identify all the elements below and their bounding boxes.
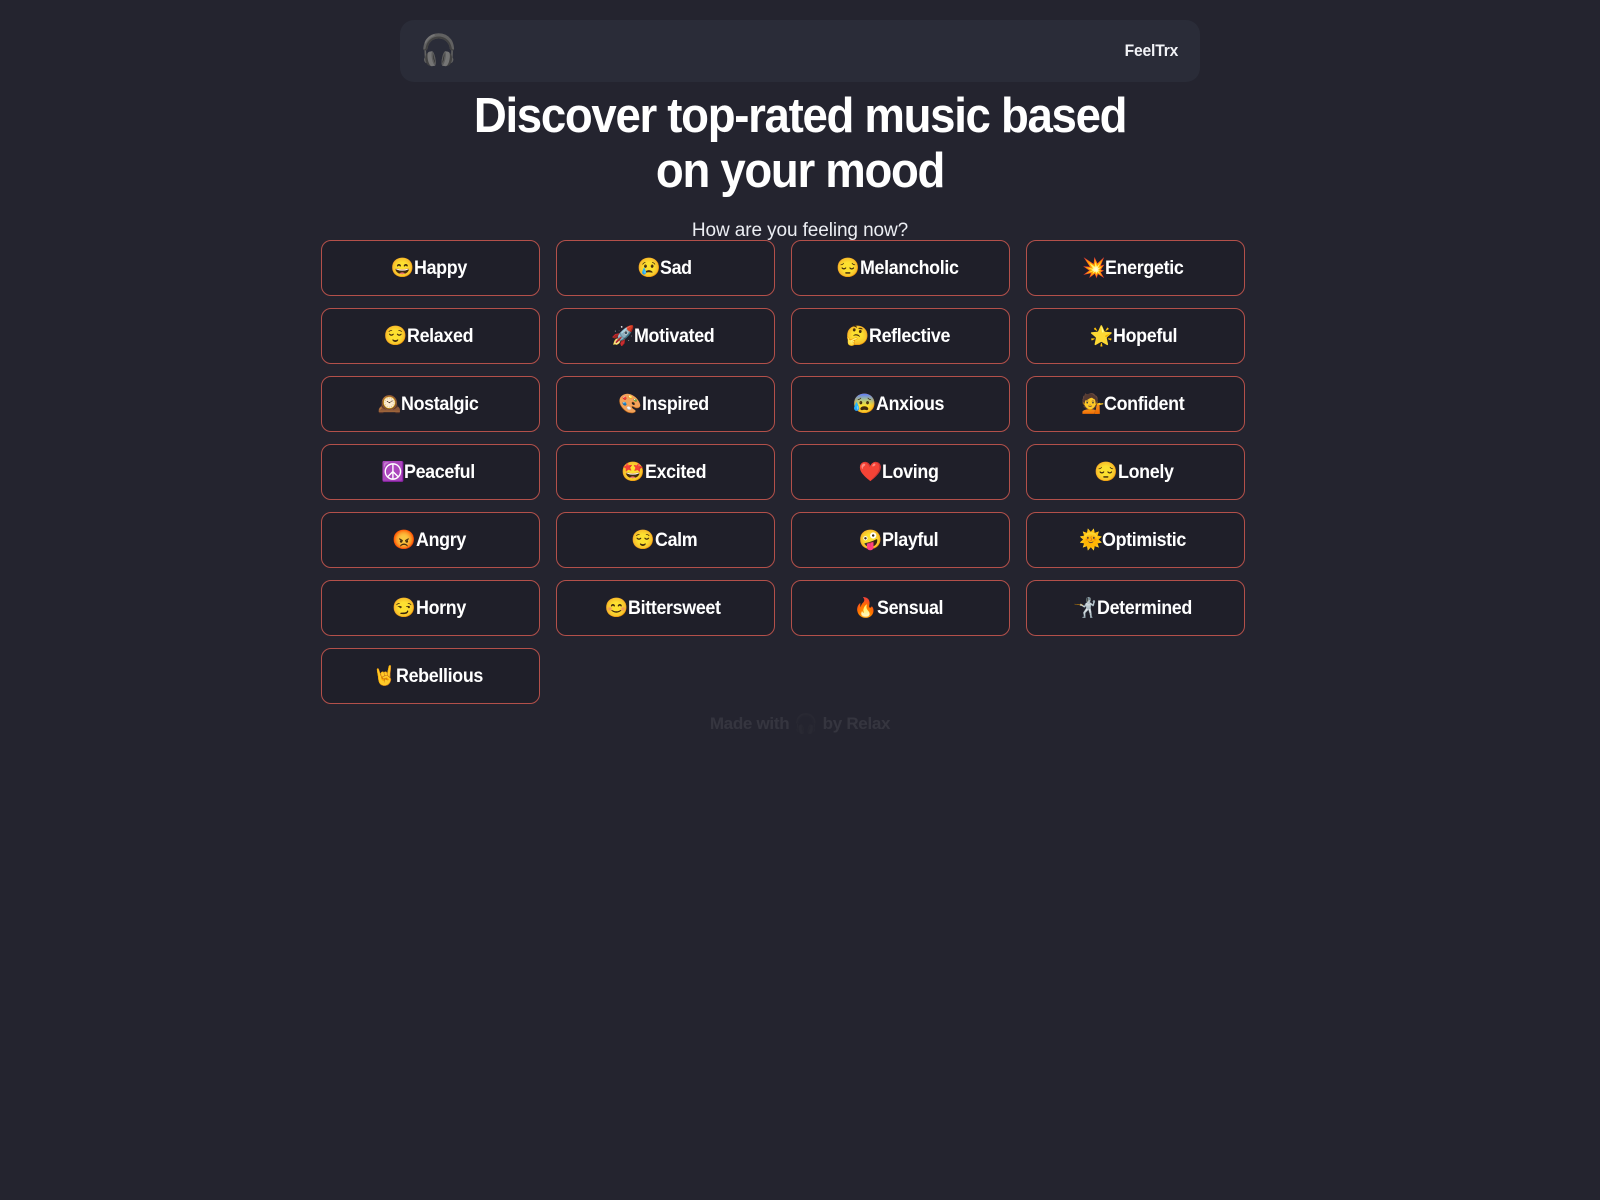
app-header: 🎧 FeelTrx — [400, 20, 1200, 82]
mood-button-label: Horny — [415, 597, 466, 619]
zany-face-icon: 🤪 — [858, 529, 883, 551]
collision-icon: 💥 — [1082, 257, 1106, 279]
hero-section: Discover top-rated music based on your m… — [0, 92, 1600, 242]
mood-button-nostalgic[interactable]: 🕰️ Nostalgic — [321, 376, 540, 432]
smirking-face-icon: 😏 — [392, 597, 416, 619]
mood-button-sad[interactable]: 😢 Sad — [556, 240, 775, 296]
mantelpiece-clock-icon: 🕰️ — [377, 393, 402, 415]
mood-button-happy[interactable]: 😄 Happy — [321, 240, 540, 296]
mood-button-label: Bittersweet — [627, 597, 721, 619]
mood-button-label: Confident — [1104, 393, 1185, 415]
mood-button-label: Determined — [1096, 597, 1192, 619]
fire-icon: 🔥 — [853, 597, 878, 619]
brand-name: FeelTrx — [1124, 41, 1179, 60]
thinking-face-icon: 🤔 — [845, 325, 870, 347]
mood-button-label: Nostalgic — [400, 393, 479, 415]
footer-headphones-icon: 🎧 — [794, 714, 818, 735]
pensive-face-icon: 😔 — [1094, 461, 1118, 483]
mood-button-horny[interactable]: 😏 Horny — [321, 580, 540, 636]
mood-button-optimistic[interactable]: 🌞 Optimistic — [1026, 512, 1245, 568]
mood-button-anxious[interactable]: 😰 Anxious — [791, 376, 1010, 432]
mood-button-label: Anxious — [875, 393, 945, 415]
mood-button-hopeful[interactable]: 🌟 Hopeful — [1026, 308, 1245, 364]
footer-prefix: Made with — [709, 714, 790, 733]
mood-button-label: Loving — [882, 461, 939, 483]
mood-button-calm[interactable]: 😌 Calm — [556, 512, 775, 568]
mood-button-sensual[interactable]: 🔥 Sensual — [791, 580, 1010, 636]
mood-button-label: Excited — [644, 461, 707, 483]
peace-symbol-icon: ☮️ — [381, 461, 405, 483]
mood-button-determined[interactable]: 🤺 Determined — [1026, 580, 1245, 636]
person-tipping-hand-icon: 💁 — [1081, 393, 1105, 415]
mood-button-label: Inspired — [641, 393, 709, 415]
star-struck-icon: 🤩 — [621, 461, 645, 483]
fencer-icon: 🤺 — [1073, 597, 1097, 619]
mood-button-label: Calm — [654, 529, 698, 551]
mood-button-label: Sensual — [876, 597, 944, 619]
page-title-line-1: Discover top-rated music based — [473, 89, 1128, 143]
mood-button-energetic[interactable]: 💥 Energetic — [1026, 240, 1245, 296]
mood-button-confident[interactable]: 💁 Confident — [1026, 376, 1245, 432]
sign-of-the-horns-icon: 🤘 — [372, 665, 397, 687]
mood-button-label: Motivated — [634, 325, 715, 347]
mood-button-label: Lonely — [1117, 461, 1174, 483]
mood-button-motivated[interactable]: 🚀 Motivated — [556, 308, 775, 364]
grinning-smiling-eyes-icon: 😄 — [390, 257, 415, 279]
mood-button-label: Melancholic — [859, 257, 959, 279]
mood-button-loving[interactable]: ❤️ Loving — [791, 444, 1010, 500]
page-title-line-2: on your mood — [655, 144, 945, 198]
mood-button-peaceful[interactable]: ☮️ Peaceful — [321, 444, 540, 500]
mood-button-label: Angry — [415, 529, 466, 551]
mood-button-label: Energetic — [1105, 257, 1184, 279]
crying-face-icon: 😢 — [636, 257, 661, 279]
mood-button-label: Peaceful — [404, 461, 476, 483]
mood-grid: 😄 Happy 😢 Sad 😔 Melancholic 💥 Energetic 😌 Relaxed… — [321, 240, 1247, 704]
mood-button-melancholic[interactable]: 😔 Melancholic — [791, 240, 1010, 296]
mood-button-label: Relaxed — [406, 325, 474, 347]
mood-button-excited[interactable]: 🤩 Excited — [556, 444, 775, 500]
hero-subtitle: How are you feeling now? — [691, 220, 909, 241]
rocket-icon: 🚀 — [611, 325, 635, 347]
mood-button-rebellious[interactable]: 🤘 Rebellious — [321, 648, 540, 704]
sun-with-face-icon: 🌞 — [1079, 529, 1103, 551]
mood-button-bittersweet[interactable]: 😊 Bittersweet — [556, 580, 775, 636]
footer-suffix: by Relax — [822, 714, 891, 733]
mood-button-lonely[interactable]: 😔 Lonely — [1026, 444, 1245, 500]
mood-button-label: Happy — [413, 257, 467, 279]
mood-button-label: Sad — [660, 257, 693, 279]
red-heart-icon: ❤️ — [858, 461, 883, 483]
mood-button-angry[interactable]: 😡 Angry — [321, 512, 540, 568]
mood-button-playful[interactable]: 🤪 Playful — [791, 512, 1010, 568]
smiling-face-smiling-eyes-icon: 😊 — [604, 597, 629, 619]
mood-button-label: Playful — [882, 529, 939, 551]
mood-button-inspired[interactable]: 🎨 Inspired — [556, 376, 775, 432]
relieved-face-icon: 😌 — [631, 529, 655, 551]
mood-button-label: Rebellious — [395, 665, 483, 687]
artist-palette-icon: 🎨 — [618, 393, 642, 415]
glowing-star-icon: 🌟 — [1089, 325, 1114, 347]
enraged-face-icon: 😡 — [392, 529, 416, 551]
page-title: Discover top-rated music based on your m… — [56, 92, 1544, 196]
pensive-face-icon: 😔 — [836, 257, 860, 279]
mood-button-label: Reflective — [869, 325, 951, 347]
mood-button-reflective[interactable]: 🤔 Reflective — [791, 308, 1010, 364]
app-root: 🎧 FeelTrx Discover top-rated music based… — [0, 0, 1600, 1200]
mood-button-relaxed[interactable]: 😌 Relaxed — [321, 308, 540, 364]
relieved-face-icon: 😌 — [383, 325, 408, 347]
headphones-icon: 🎧 — [420, 34, 458, 67]
footer-credit: Made with 🎧 by Relax — [0, 712, 1600, 736]
anxious-face-sweat-icon: 😰 — [852, 393, 877, 415]
mood-button-label: Optimistic — [1102, 529, 1187, 551]
mood-button-label: Hopeful — [1113, 325, 1178, 347]
